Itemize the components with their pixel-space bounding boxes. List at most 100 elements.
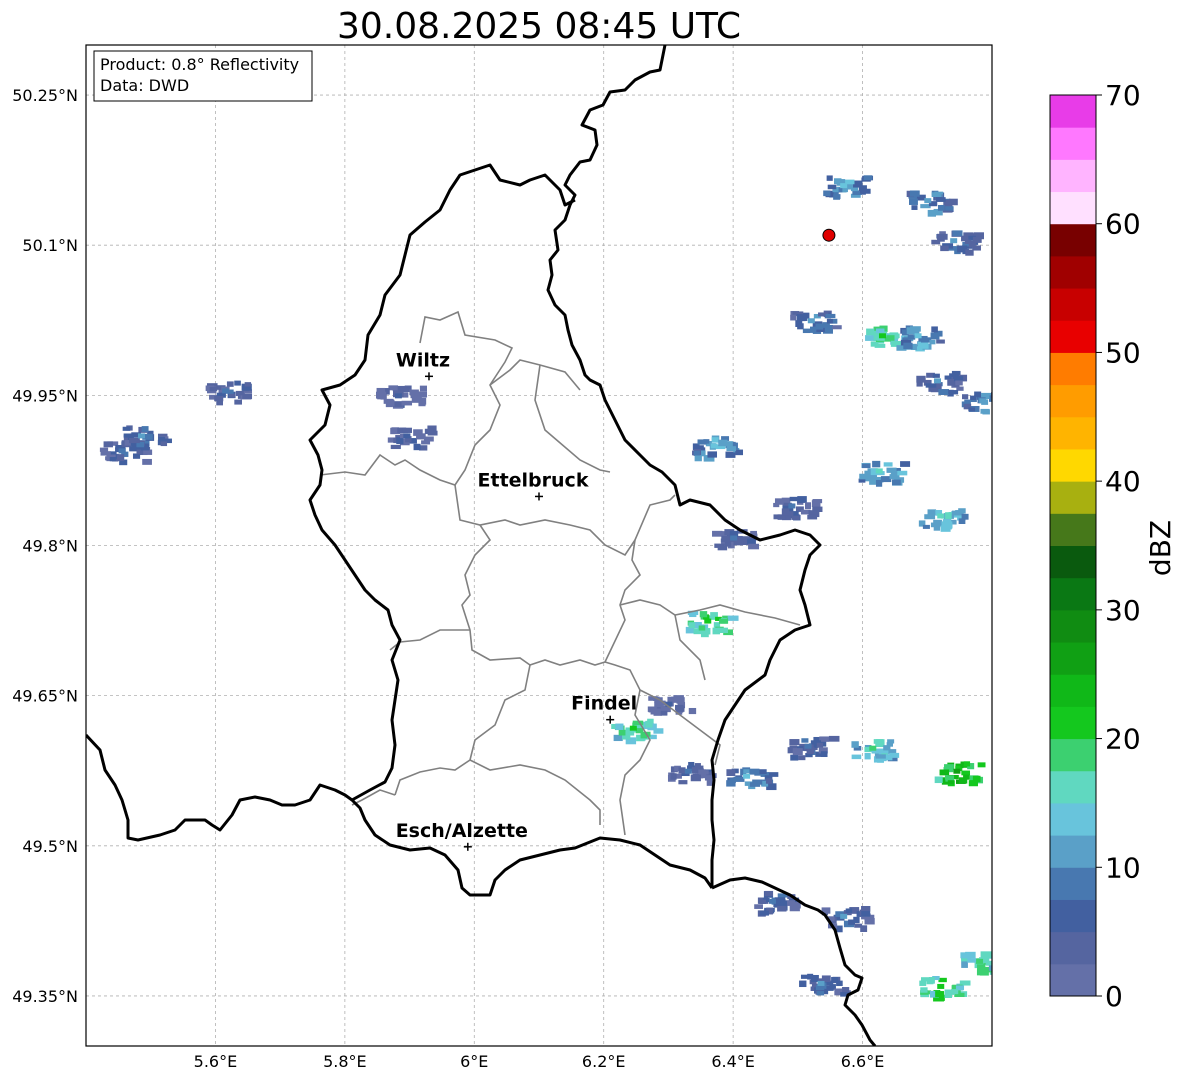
echo-core xyxy=(743,773,751,779)
echo-pixel xyxy=(861,463,871,469)
echo-pixel xyxy=(875,479,883,487)
echo-pixel xyxy=(726,441,733,447)
echo-core xyxy=(914,333,922,339)
echo-core xyxy=(979,398,987,404)
echo-core xyxy=(704,618,712,624)
echo-pixel xyxy=(804,502,811,510)
echo-pixel xyxy=(979,969,989,976)
colorbar-segment xyxy=(1050,95,1096,128)
echo-core xyxy=(869,745,877,751)
echo-pixel xyxy=(845,908,853,914)
echo-pixel xyxy=(958,777,968,784)
echo-pixel xyxy=(1001,410,1008,415)
echo-pixel xyxy=(129,437,140,444)
echo-pixel xyxy=(748,543,760,550)
echo-pixel xyxy=(935,991,944,998)
echo-core xyxy=(403,433,411,439)
echo-pixel xyxy=(409,389,419,396)
echo-pixel xyxy=(811,500,821,508)
echo-pixel xyxy=(116,454,125,461)
echo-core xyxy=(817,980,825,986)
x-tick-label: 6.2°E xyxy=(582,1052,626,1071)
echo-pixel xyxy=(764,890,774,897)
echo-pixel xyxy=(719,618,729,624)
echo-core xyxy=(730,535,738,541)
colorbar-segment xyxy=(1050,255,1096,289)
echo-pixel xyxy=(948,198,958,206)
colorbar-tick-label: 70 xyxy=(1105,79,1141,112)
echo-pixel xyxy=(927,509,937,516)
echo-pixel xyxy=(726,446,737,452)
echo-pixel xyxy=(851,741,859,748)
colorbar-tick-label: 0 xyxy=(1105,980,1123,1013)
y-tick-label: 49.95°N xyxy=(12,386,78,405)
echo-pixel xyxy=(866,328,875,336)
colorbar-segment xyxy=(1050,481,1096,514)
echo-pixel xyxy=(802,328,811,334)
echo-pixel xyxy=(733,540,744,546)
echo-pixel xyxy=(676,706,685,712)
echo-pixel xyxy=(1000,962,1009,969)
echo-pixel xyxy=(955,380,963,386)
echo-core xyxy=(937,513,945,519)
echo-pixel xyxy=(645,720,653,728)
echo-pixel xyxy=(234,399,242,405)
colorbar-segment xyxy=(1050,835,1096,868)
echo-pixel xyxy=(909,198,918,205)
colorbar-tick-label: 60 xyxy=(1105,208,1141,241)
map-title: 30.08.2025 08:45 UTC xyxy=(337,6,741,47)
y-tick-label: 49.8°N xyxy=(22,537,78,556)
echo-pixel xyxy=(872,460,881,468)
echo-pixel xyxy=(900,461,911,467)
echo-pixel xyxy=(774,897,786,903)
colorbar-segment xyxy=(1050,448,1096,482)
colorbar-segment xyxy=(1050,674,1096,707)
echo-pixel xyxy=(944,775,955,780)
colorbar-segment xyxy=(1050,899,1096,933)
info-data-source: Data: DWD xyxy=(100,76,189,95)
echo-pixel xyxy=(244,382,252,387)
echo-core xyxy=(222,388,230,394)
colorbar-tick-label: 40 xyxy=(1105,465,1141,498)
echo-pixel xyxy=(931,239,941,245)
colorbar-tick-label: 10 xyxy=(1105,851,1141,884)
echo-pixel xyxy=(733,776,745,782)
echo-pixel xyxy=(886,467,897,473)
echo-pixel xyxy=(618,729,627,736)
echo-pixel xyxy=(826,318,833,324)
echo-pixel xyxy=(678,780,688,785)
echo-pixel xyxy=(827,184,837,190)
echo-pixel xyxy=(934,776,943,784)
echo-pixel xyxy=(967,958,977,963)
echo-pixel xyxy=(916,375,926,383)
echo-pixel xyxy=(696,765,704,770)
echo-pixel xyxy=(917,341,929,349)
echo-pixel xyxy=(875,754,886,759)
echo-pixel xyxy=(703,439,710,444)
echo-pixel xyxy=(711,437,719,443)
colorbar-segment xyxy=(1050,191,1096,225)
echo-pixel xyxy=(909,190,920,197)
echo-pixel xyxy=(936,339,945,344)
echo-pixel xyxy=(851,754,862,760)
echo-pixel xyxy=(411,396,422,403)
echo-pixel xyxy=(929,339,936,345)
echo-pixel xyxy=(735,449,744,456)
echo-pixel xyxy=(712,627,721,635)
echo-pixel xyxy=(743,769,750,774)
echo-core xyxy=(878,333,886,339)
echo-pixel xyxy=(935,197,946,202)
x-tick-label: 5.6°E xyxy=(194,1052,238,1071)
echo-pixel xyxy=(747,538,756,545)
colorbar-segment xyxy=(1050,770,1096,804)
echo-pixel xyxy=(940,245,949,252)
radar-site-marker xyxy=(822,228,836,242)
echo-pixel xyxy=(823,190,831,197)
echo-pixel xyxy=(897,470,908,476)
colorbar-segment xyxy=(1050,931,1096,965)
echo-pixel xyxy=(693,450,700,456)
echo-pixel xyxy=(790,314,797,321)
echo-pixel xyxy=(749,768,760,775)
echo-pixel xyxy=(122,426,131,431)
echo-pixel xyxy=(886,742,893,747)
